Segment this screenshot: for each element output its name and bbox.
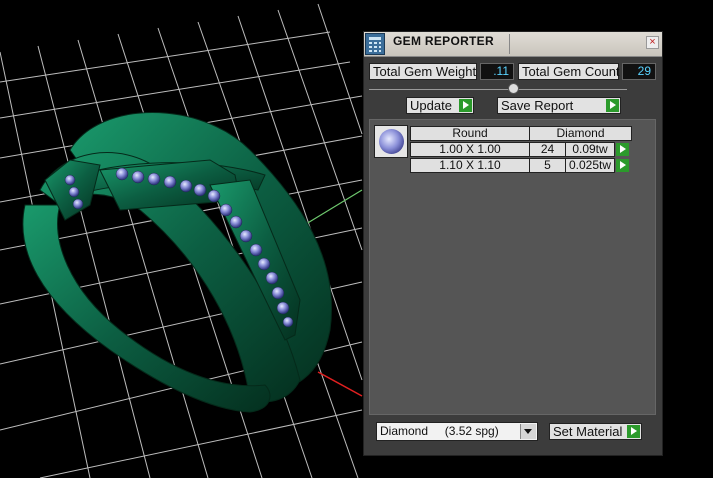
material-selected: Diamond (3.52 spg) xyxy=(380,424,499,438)
row-1-size: 1.00 X 1.00 xyxy=(410,142,530,157)
total-gem-weight-label: Total Gem Weight xyxy=(369,63,477,80)
slider-track xyxy=(369,89,627,90)
set-material-button[interactable]: Set Material xyxy=(549,423,642,440)
save-report-button[interactable]: Save Report xyxy=(497,97,621,114)
title-divider xyxy=(509,34,510,54)
save-report-label: Save Report xyxy=(501,98,574,113)
total-gem-weight-value: .11 xyxy=(480,63,514,80)
ring-model[interactable] xyxy=(22,112,332,413)
close-icon: × xyxy=(649,36,656,48)
set-material-label: Set Material xyxy=(553,424,623,439)
gem-reporter-icon xyxy=(365,33,385,55)
row-1-select-icon[interactable] xyxy=(616,143,629,156)
chevron-down-icon xyxy=(520,424,536,439)
row-2-count: 5 xyxy=(529,158,566,173)
round-gem-icon xyxy=(379,129,404,154)
row-1-weight: 0.09tw xyxy=(565,142,615,157)
play-arrow-icon xyxy=(606,99,619,112)
play-arrow-icon xyxy=(459,99,472,112)
gem-thumbnail[interactable] xyxy=(374,125,408,158)
material-select[interactable]: Diamond (3.52 spg) xyxy=(376,422,538,441)
row-2-weight: 0.025tw xyxy=(565,158,615,173)
update-button[interactable]: Update xyxy=(406,97,474,114)
row-2-size: 1.10 X 1.10 xyxy=(410,158,530,173)
header-material: Diamond xyxy=(529,126,632,141)
close-button[interactable]: × xyxy=(646,36,659,49)
header-shape: Round xyxy=(410,126,530,141)
gem-table-area: Round Diamond 1.00 X 1.00 24 0.09tw 1.10… xyxy=(369,119,656,415)
total-gem-count-label: Total Gem Count xyxy=(518,63,620,80)
gem-reporter-panel: GEM REPORTER × Total Gem Weight .11 Tota… xyxy=(363,31,663,456)
row-1-count: 24 xyxy=(529,142,566,157)
slider-handle[interactable] xyxy=(508,83,519,94)
update-label: Update xyxy=(410,98,452,113)
row-2-select-icon[interactable] xyxy=(616,159,629,172)
title-bar[interactable]: GEM REPORTER × xyxy=(364,32,662,57)
play-arrow-icon xyxy=(627,425,640,438)
window-title: GEM REPORTER xyxy=(393,34,494,48)
total-gem-count-value: 29 xyxy=(622,63,656,80)
